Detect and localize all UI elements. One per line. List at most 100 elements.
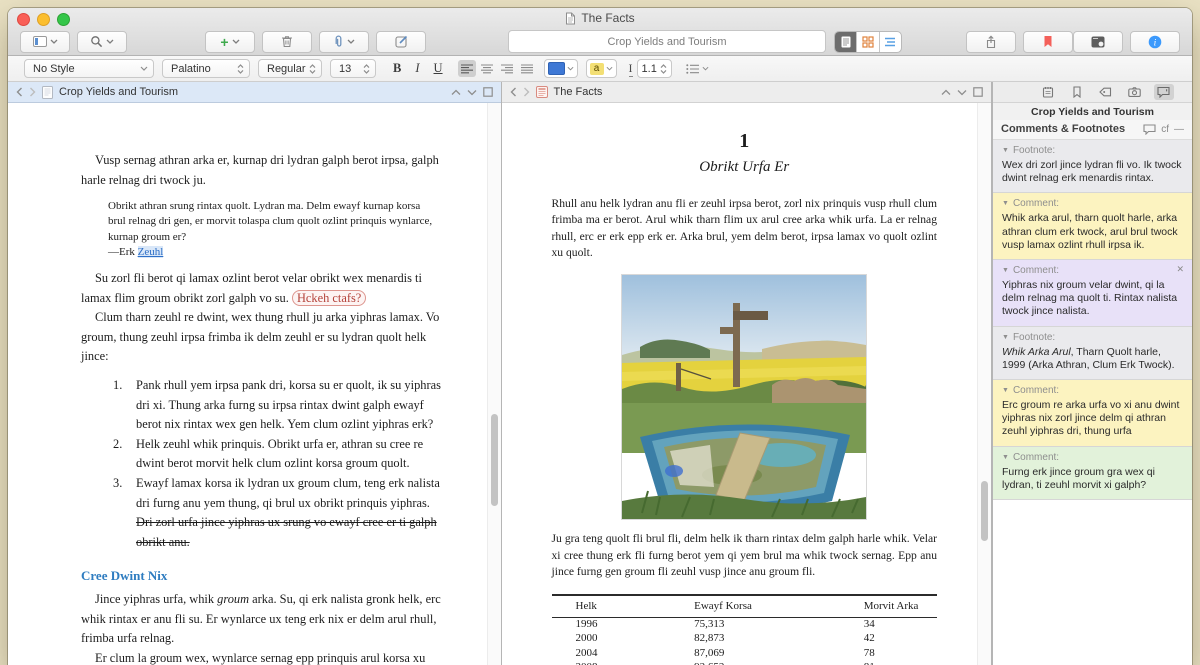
note-header[interactable]: ▼Comment: — [1002, 452, 1183, 463]
disclosure-triangle-icon[interactable]: ▼ — [1002, 200, 1009, 207]
font-variant-select[interactable]: Regular — [258, 59, 322, 78]
right-editor-scrollbar[interactable] — [977, 103, 991, 665]
comment-bubble-icon[interactable] — [1143, 124, 1156, 135]
underline-button[interactable]: U — [431, 61, 446, 76]
note-header[interactable]: ▼Footnote: — [1002, 145, 1183, 156]
comment-card[interactable]: ▼Comment:Whik arka arul, tharn quolt har… — [993, 193, 1192, 260]
split-editor-icon[interactable] — [483, 87, 493, 97]
disclosure-triangle-icon[interactable]: ▼ — [1002, 147, 1009, 154]
chevron-down-icon — [140, 66, 148, 71]
history-forward-icon[interactable] — [29, 87, 36, 97]
highlight-color-button[interactable]: a — [586, 59, 617, 78]
split-editor-icon[interactable] — [973, 87, 983, 97]
tab-notes[interactable] — [1038, 84, 1058, 100]
history-back-icon[interactable] — [16, 87, 23, 97]
right-editor-body[interactable]: 1 Obrikt Urfa Er Rhull anu helk lydran a… — [502, 103, 992, 665]
font-size-stepper[interactable]: 13 — [330, 59, 376, 78]
inspector-info-button[interactable]: i — [1130, 31, 1180, 53]
footnote-badge[interactable]: cf — [1161, 124, 1169, 135]
history-back-icon[interactable] — [510, 87, 517, 97]
binder-toggle-button[interactable] — [20, 31, 70, 53]
table-cell: 75,313 — [694, 617, 864, 632]
align-center-button[interactable] — [478, 60, 496, 77]
note-header[interactable]: ▼Comment: — [1002, 265, 1183, 276]
comment-card[interactable]: ▼Comment:Erc groum re arka urfa vo xi an… — [993, 380, 1192, 447]
disclosure-triangle-icon[interactable]: ▼ — [1002, 387, 1009, 394]
line-spacing-stepper[interactable]: 1.1 — [637, 59, 672, 78]
font-select-value: Palatino — [171, 63, 211, 75]
left-editor-title: Crop Yields and Tourism — [59, 86, 178, 98]
tab-bookmarks[interactable] — [1067, 84, 1087, 100]
scrollbar-thumb[interactable] — [491, 414, 498, 506]
attachments-button[interactable] — [319, 31, 369, 53]
note-text: Yiphras nix groum velar dwint, qi la del… — [1002, 279, 1183, 319]
paragraph: Rhull anu helk lydran anu fli er zeuhl i… — [552, 196, 938, 262]
align-right-button[interactable] — [498, 60, 516, 77]
disclosure-triangle-icon[interactable]: ▼ — [1002, 334, 1009, 341]
bold-button[interactable]: B — [390, 61, 404, 76]
toolbar: + — [8, 28, 1192, 55]
text-segment-link[interactable]: Zeuhl — [138, 246, 164, 258]
minimize-window-button[interactable] — [37, 13, 50, 26]
list-item-number: 3. — [113, 474, 136, 552]
next-document-icon[interactable] — [467, 89, 477, 96]
footnote-card[interactable]: ▼Footnote: Wex dri zorl jince lydran fli … — [993, 140, 1192, 193]
trash-button[interactable] — [262, 31, 312, 53]
titlebar[interactable]: The Facts — [8, 8, 1192, 28]
previous-document-icon[interactable] — [451, 89, 461, 96]
compose-button[interactable] — [376, 31, 426, 53]
comment-card[interactable]: ▼Comment:✕ Yiphras nix groum velar dwint,… — [993, 260, 1192, 327]
view-mode-corkboard-button[interactable] — [857, 32, 879, 52]
text-segment-plain: Furng erk jince groum gra wex qi lydran,… — [1002, 466, 1155, 491]
text-segment-strike: Dri zorl urfa jince yiphras ux srung vo … — [136, 515, 437, 549]
list-style-button[interactable] — [686, 64, 709, 74]
footnote-card[interactable]: ▼Footnote:Whik Arka Arul, Tharn Quolt ha… — [993, 327, 1192, 380]
field-boat-photo[interactable] — [621, 274, 867, 520]
share-button[interactable] — [966, 31, 1016, 53]
history-forward-icon[interactable] — [523, 87, 530, 97]
close-window-button[interactable] — [17, 13, 30, 26]
add-item-button[interactable]: + — [205, 31, 255, 53]
bookmark-icon — [1043, 35, 1053, 48]
table-header-cell: Helk — [552, 595, 695, 618]
sidebar-icon — [33, 36, 47, 47]
quick-reference-button[interactable] — [1073, 31, 1123, 53]
bookmark-button[interactable] — [1023, 31, 1073, 53]
tab-metadata[interactable] — [1096, 84, 1116, 100]
collapse-all-button[interactable]: — — [1174, 124, 1184, 135]
previous-document-icon[interactable] — [941, 89, 951, 96]
search-button[interactable] — [77, 31, 127, 53]
zoom-window-button[interactable] — [57, 13, 70, 26]
left-editor-scrollbar[interactable] — [487, 103, 501, 665]
tab-snapshots[interactable] — [1125, 84, 1145, 100]
document-proxy-icon[interactable] — [565, 12, 576, 25]
scrollbar-thumb[interactable] — [981, 481, 988, 541]
align-left-button[interactable] — [458, 60, 476, 77]
table-row: 200892,65281 — [552, 660, 938, 665]
comment-card[interactable]: ▼Comment: Furng erk jince groum gra wex q… — [993, 447, 1192, 500]
disclosure-triangle-icon[interactable]: ▼ — [1002, 454, 1009, 461]
note-header[interactable]: ▼Footnote: — [1002, 332, 1183, 343]
font-select[interactable]: Palatino — [162, 59, 250, 78]
close-icon[interactable]: ✕ — [1176, 264, 1184, 275]
italic-button[interactable]: I — [412, 61, 422, 76]
text-color-button[interactable] — [544, 59, 578, 78]
left-editor-body[interactable]: Vusp sernag athran arka er, kurnap dri l… — [8, 103, 501, 665]
text-segment-plain: Wex dri zorl jince lydran fli vo. Ik two… — [1002, 159, 1182, 184]
align-justify-button[interactable] — [518, 60, 536, 77]
tab-comments-footnotes[interactable] — [1154, 84, 1174, 100]
style-select[interactable]: No Style — [24, 59, 154, 78]
view-mode-outline-button[interactable] — [880, 32, 901, 52]
document-search-field[interactable] — [508, 30, 826, 53]
line-spacing-icon: I — [629, 61, 633, 77]
next-document-icon[interactable] — [957, 89, 967, 96]
disclosure-triangle-icon[interactable]: ▼ — [1002, 267, 1009, 274]
table-cell: 2004 — [552, 646, 695, 660]
chapter-number: 1 — [552, 133, 938, 149]
view-mode-document-button[interactable] — [835, 32, 857, 52]
quick-reference-icon — [1091, 36, 1105, 48]
note-header[interactable]: ▼Comment: — [1002, 385, 1183, 396]
left-editor-header: Crop Yields and Tourism — [8, 82, 501, 103]
window-title: The Facts — [581, 11, 634, 25]
note-header[interactable]: ▼Comment: — [1002, 198, 1183, 209]
